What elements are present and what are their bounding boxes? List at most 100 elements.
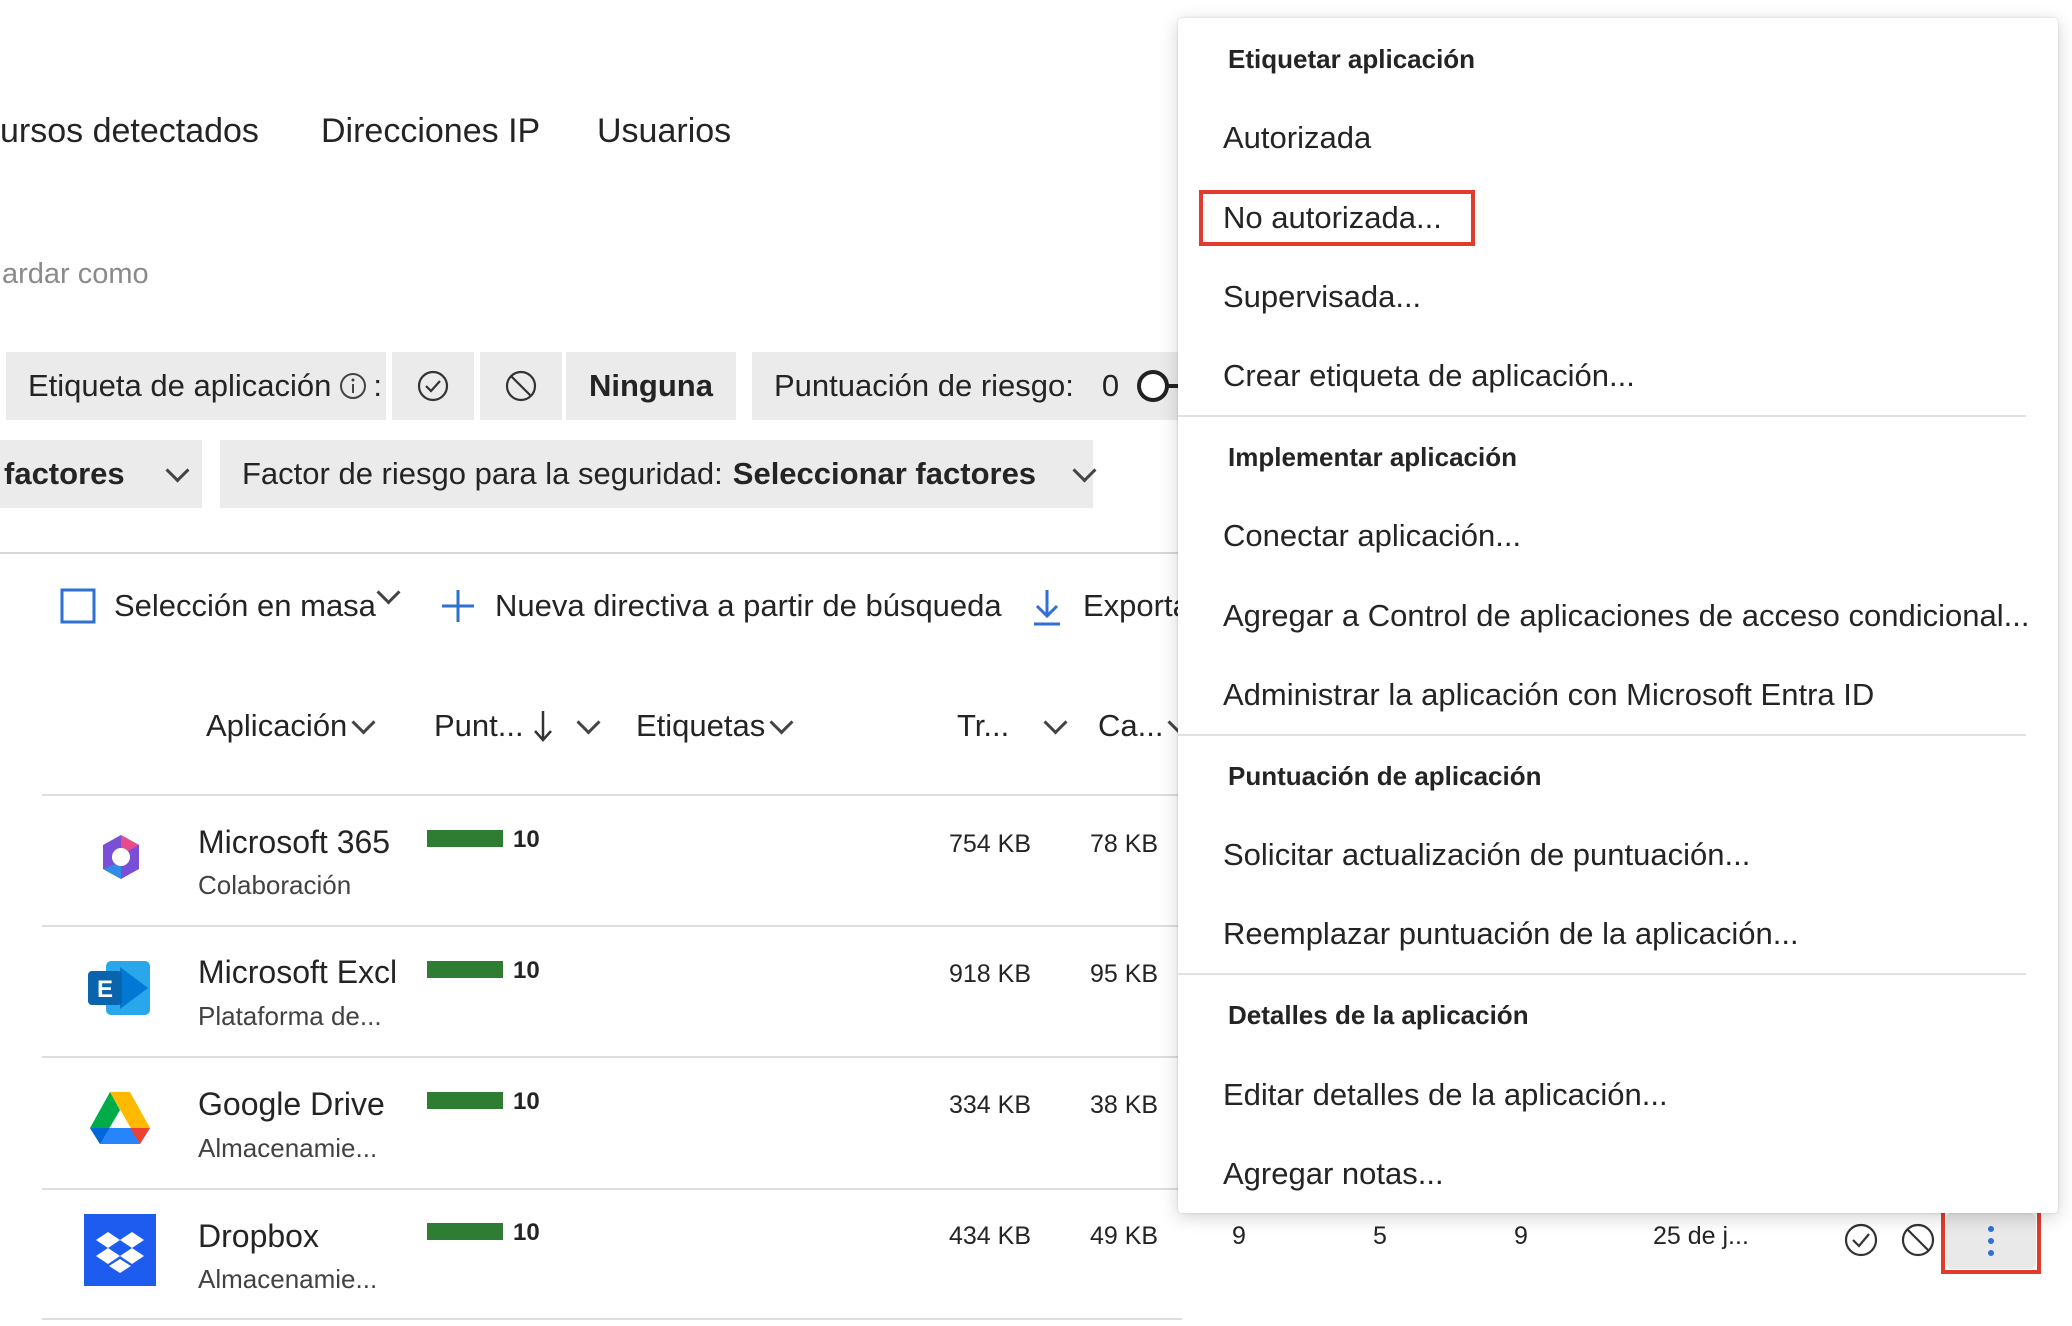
sanctioned-filter-button[interactable]: [392, 352, 474, 420]
menu-item-override-score[interactable]: Reemplazar puntuación de la aplicación..…: [1223, 916, 1799, 952]
save-as-button[interactable]: ardar como: [2, 258, 149, 291]
dropbox-icon: [84, 1214, 156, 1286]
chevron-down-icon: [769, 709, 794, 735]
sort-descending-icon: [532, 709, 554, 743]
menu-section-header: Puntuación de aplicación: [1228, 761, 1542, 791]
info-icon[interactable]: [339, 372, 367, 400]
risk-score-label: Puntuación de riesgo:: [774, 368, 1074, 403]
divider: [42, 1318, 1182, 1320]
chevron-down-icon: [165, 457, 190, 483]
score-value: 10: [513, 1088, 540, 1115]
risk-score-filter: Puntuación de riesgo: 0: [752, 352, 1186, 420]
traffic-cell: 918 KB: [949, 960, 1032, 988]
factors-filter-dropdown[interactable]: factores: [0, 440, 202, 508]
factors-filter-label: factores: [4, 456, 125, 491]
app-name[interactable]: Microsoft 365: [198, 824, 390, 861]
column-header-app[interactable]: Aplicación: [206, 708, 376, 744]
menu-item-sanctioned[interactable]: Autorizada: [1223, 120, 1371, 156]
microsoft-exchange-icon: E: [86, 957, 154, 1019]
app-context-menu: Etiquetar aplicación Autorizada No autor…: [1178, 18, 2058, 1213]
new-policy-button[interactable]: Nueva directiva a partir de búsqueda: [495, 588, 1002, 624]
microsoft-365-icon: [96, 832, 146, 882]
app-name[interactable]: Dropbox: [198, 1218, 319, 1255]
risk-score-value: 0: [1101, 368, 1120, 403]
chevron-down-icon: [1072, 457, 1097, 483]
security-factor-label: Factor de riesgo para la seguridad:: [242, 456, 723, 491]
app-name[interactable]: Microsoft Excl: [198, 954, 397, 991]
menu-divider: [1178, 973, 2026, 975]
column-header-traffic[interactable]: Tr...: [957, 708, 1068, 744]
chevron-down-icon: [576, 709, 601, 735]
column-header-tags[interactable]: Etiquetas: [636, 708, 794, 744]
svg-text:E: E: [97, 976, 113, 1003]
menu-divider: [1178, 415, 2026, 417]
traffic-cell: 434 KB: [949, 1222, 1032, 1250]
menu-section-header: Etiquetar aplicación: [1228, 44, 1476, 74]
divider: [42, 794, 1182, 796]
traffic-cell: 334 KB: [949, 1091, 1032, 1119]
menu-section-header: Implementar aplicación: [1228, 442, 1517, 472]
highlight-box: [1199, 190, 1475, 246]
last-seen-cell: 25 de j...: [1653, 1222, 1749, 1250]
score-value: 10: [513, 1219, 540, 1246]
app-tag-colon: :: [373, 368, 382, 403]
menu-item-edit-details[interactable]: Editar detalles de la aplicación...: [1223, 1077, 1668, 1113]
sanction-app-button[interactable]: [1843, 1222, 1879, 1258]
menu-item-manage-entra[interactable]: Administrar la aplicación con Microsoft …: [1223, 677, 1874, 713]
unsanctioned-filter-button[interactable]: [480, 352, 562, 420]
score-bar: [427, 830, 503, 847]
divider: [42, 1188, 1182, 1190]
none-filter-button[interactable]: Ninguna: [566, 352, 736, 420]
app-category: Colaboración: [198, 870, 352, 900]
score-bar: [427, 961, 503, 978]
menu-item-request-score-update[interactable]: Solicitar actualización de puntuación...: [1223, 837, 1750, 873]
menu-item-monitored[interactable]: Supervisada...: [1223, 279, 1421, 315]
count-cell: 9: [1514, 1222, 1528, 1250]
score-value: 10: [513, 957, 540, 984]
check-circle-icon: [416, 369, 450, 403]
highlight-box: [1941, 1208, 2041, 1274]
divider: [42, 925, 1182, 927]
divider: [0, 552, 1180, 554]
bulk-select-label[interactable]: Selección en masa: [114, 588, 376, 624]
column-header-upload[interactable]: Ca...: [1098, 708, 1192, 744]
app-category: Almacenamie...: [198, 1264, 378, 1294]
count-cell: 9: [1232, 1222, 1246, 1250]
chevron-down-icon: [351, 709, 376, 735]
app-tag-label: Etiqueta de aplicación: [28, 368, 332, 403]
menu-item-add-notes[interactable]: Agregar notas...: [1223, 1156, 1444, 1192]
menu-section-header: Detalles de la aplicación: [1228, 1000, 1529, 1030]
traffic-cell: 754 KB: [949, 830, 1032, 858]
chevron-down-icon[interactable]: [376, 580, 401, 605]
download-icon[interactable]: [1032, 588, 1062, 626]
menu-item-add-conditional-access[interactable]: Agregar a Control de aplicaciones de acc…: [1223, 598, 2029, 634]
upload-cell: 49 KB: [1090, 1222, 1159, 1250]
score-bar: [427, 1223, 503, 1240]
menu-item-create-tag[interactable]: Crear etiqueta de aplicación...: [1223, 358, 1635, 394]
plus-icon[interactable]: [440, 588, 476, 624]
none-label: Ninguna: [589, 368, 713, 403]
tab-discovered-resources[interactable]: ursos detectados: [0, 112, 259, 151]
column-header-label: Etiquetas: [636, 708, 766, 743]
block-icon: [504, 369, 538, 403]
menu-item-connect-app[interactable]: Conectar aplicación...: [1223, 518, 1521, 554]
app-category: Plataforma de...: [198, 1001, 382, 1031]
unsanction-app-button[interactable]: [1900, 1222, 1936, 1258]
tab-ip-addresses[interactable]: Direcciones IP: [321, 112, 540, 151]
tab-users[interactable]: Usuarios: [597, 112, 731, 151]
bulk-select-checkbox[interactable]: [60, 588, 96, 624]
column-header-label: Punt...: [434, 708, 524, 743]
chevron-down-icon: [1043, 709, 1068, 735]
count-cell: 5: [1373, 1222, 1387, 1250]
security-factor-dropdown[interactable]: Factor de riesgo para la seguridad: Sele…: [220, 440, 1097, 508]
menu-divider: [1178, 734, 2026, 736]
app-name[interactable]: Google Drive: [198, 1086, 385, 1123]
column-header-label: Ca...: [1098, 708, 1164, 743]
column-header-score[interactable]: Punt...: [434, 708, 601, 744]
app-category: Almacenamie...: [198, 1133, 378, 1163]
export-button[interactable]: Exporta: [1083, 588, 1190, 624]
score-value: 10: [513, 826, 540, 853]
column-header-label: Tr...: [957, 708, 1010, 743]
upload-cell: 78 KB: [1090, 830, 1159, 858]
google-drive-icon: [90, 1090, 150, 1146]
